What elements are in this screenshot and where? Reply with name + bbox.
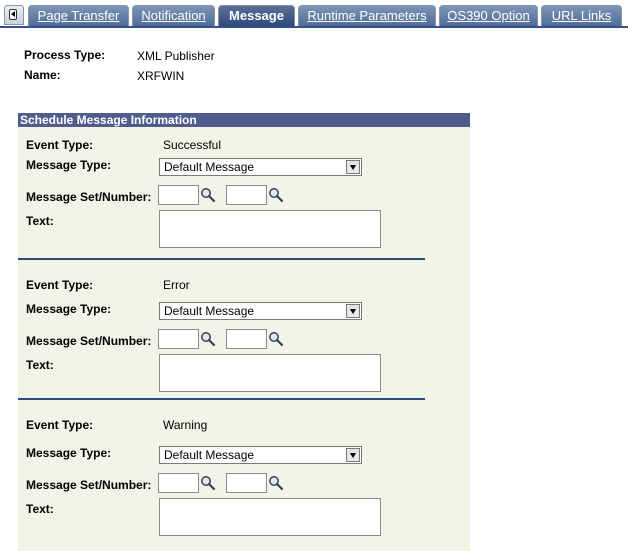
tab-message[interactable]: Message (218, 5, 295, 26)
message-number-input[interactable] (226, 329, 267, 349)
event-type-label: Event Type: (26, 278, 94, 292)
message-set-number-label: Message Set/Number: (26, 334, 152, 348)
dropdown-arrow-icon[interactable] (346, 448, 360, 462)
dropdown-arrow-icon[interactable] (346, 304, 360, 318)
name-value: XRFWIN (137, 69, 185, 83)
tab-bar: Page Transfer Notification Message Runti… (0, 0, 628, 30)
event-type-value: Error (163, 278, 190, 292)
message-set-number-label: Message Set/Number: (26, 190, 152, 204)
separator (18, 258, 425, 260)
message-number-input[interactable] (226, 185, 267, 205)
magnifier-lookup-icon[interactable] (268, 475, 284, 491)
text-label: Text: (26, 358, 54, 372)
message-type-value: Default Message (164, 448, 255, 462)
message-type-value: Default Message (164, 304, 255, 318)
tab-os390-option[interactable]: OS390 Option (439, 5, 538, 26)
scroll-left-icon[interactable] (4, 5, 24, 25)
message-number-input[interactable] (226, 473, 267, 493)
message-set-input[interactable] (158, 185, 199, 205)
text-input[interactable] (159, 498, 381, 536)
magnifier-lookup-icon[interactable] (268, 331, 284, 347)
tab-url-links[interactable]: URL Links (541, 5, 622, 26)
event-type-label: Event Type: (26, 138, 94, 152)
message-type-label: Message Type: (26, 302, 112, 316)
magnifier-lookup-icon[interactable] (268, 187, 284, 203)
magnifier-lookup-icon[interactable] (200, 475, 216, 491)
magnifier-lookup-icon[interactable] (200, 331, 216, 347)
event-type-value: Warning (163, 418, 208, 432)
dropdown-arrow-icon[interactable] (346, 160, 360, 174)
magnifier-lookup-icon[interactable] (200, 187, 216, 203)
tab-page-transfer[interactable]: Page Transfer (28, 5, 129, 26)
message-set-input[interactable] (158, 473, 199, 493)
message-type-select[interactable]: Default Message (159, 446, 362, 464)
text-input[interactable] (159, 354, 381, 392)
group-title: Schedule Message Information (18, 113, 470, 127)
message-set-input[interactable] (158, 329, 199, 349)
text-input[interactable] (159, 210, 381, 248)
process-type-label: Process Type: (24, 48, 106, 62)
text-label: Text: (26, 502, 54, 516)
name-label: Name: (24, 68, 61, 82)
separator (18, 398, 425, 400)
message-type-label: Message Type: (26, 446, 112, 460)
message-type-select[interactable]: Default Message (159, 302, 362, 320)
tab-notification[interactable]: Notification (132, 5, 215, 26)
message-set-number-label: Message Set/Number: (26, 478, 152, 492)
tab-runtime-parameters[interactable]: Runtime Parameters (298, 5, 436, 26)
message-type-label: Message Type: (26, 158, 112, 172)
tab-underline (0, 26, 628, 28)
message-type-select[interactable]: Default Message (159, 158, 362, 176)
message-type-value: Default Message (164, 160, 255, 174)
text-label: Text: (26, 214, 54, 228)
event-type-label: Event Type: (26, 418, 94, 432)
event-type-value: Successful (163, 138, 222, 152)
process-type-value: XML Publisher (137, 49, 215, 63)
